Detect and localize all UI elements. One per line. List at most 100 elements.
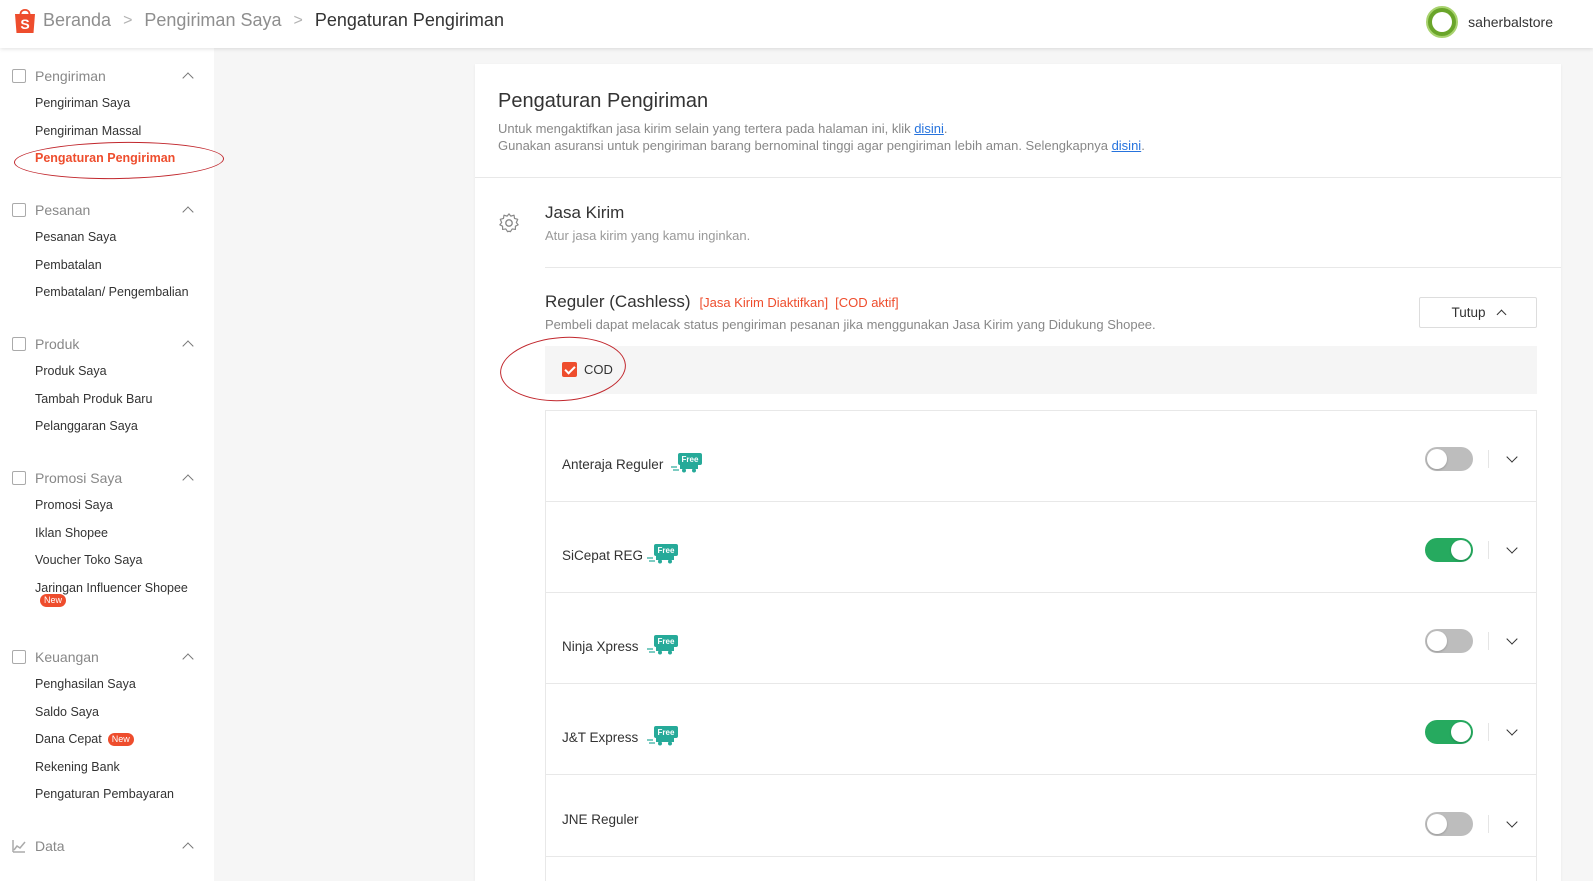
sidebar-section-title: Promosi Saya [35,470,123,486]
sidebar-section-header[interactable]: Pesanan [0,196,214,224]
divider [1488,632,1489,650]
free-label: Free [658,637,675,646]
sidebar-item-label: Dana Cepat [35,732,102,746]
cod-label[interactable]: COD [584,362,613,377]
sidebar-item-jaringan-influencer[interactable]: Jaringan Influencer Shopee [0,575,214,603]
sidebar-item-tambah-produk[interactable]: Tambah Produk Baru [0,386,214,414]
chevron-down-icon[interactable] [1506,542,1518,554]
user-menu[interactable]: saherbalstore [1426,6,1553,38]
chevron-up-icon[interactable] [182,842,194,854]
sidebar-section-header[interactable]: Pengiriman [0,62,214,90]
disini-link[interactable]: disini [1112,138,1142,153]
chevron-down-icon[interactable] [1506,816,1518,828]
description-line-1: Untuk mengaktifkan jasa kirim selain yan… [498,121,947,136]
sidebar-section-title: Data [35,838,65,854]
chevron-up-icon[interactable] [182,653,194,665]
courier-toggle[interactable] [1425,720,1473,744]
courier-name: Anteraja Reguler [562,457,664,472]
sidebar-item-pengiriman-saya[interactable]: Pengiriman Saya [0,90,214,118]
sidebar-section-title: Pengiriman [35,68,106,84]
courier-toggle[interactable] [1425,538,1473,562]
new-badge: New [107,733,134,747]
courier-toggle[interactable] [1425,447,1473,471]
reguler-header: Reguler (Cashless) [Jasa Kirim Diaktifka… [545,292,899,312]
gear-icon [499,213,519,233]
sidebar-item-iklan-shopee[interactable]: Iklan Shopee [0,520,214,548]
sidebar-section-title: Pesanan [35,202,91,218]
disini-link[interactable]: disini [914,121,944,136]
sidebar-item-pembatalan[interactable]: Pembatalan [0,252,214,280]
sidebar-section-header[interactable]: Produk [0,330,214,358]
chevron-up-icon [1496,309,1506,320]
free-shipping-icon: Free [647,635,678,655]
wallet-icon [12,650,26,664]
chevron-down-icon[interactable] [1506,724,1518,736]
sidebar-section-pesanan: Pesanan Pesanan Saya Pembatalan Pembatal… [0,196,214,307]
description-text: Untuk mengaktifkan jasa kirim selain yan… [498,121,915,136]
courier-row-anteraja: Anteraja Reguler Free [546,411,1536,502]
order-icon [12,203,26,217]
avatar[interactable] [1426,6,1459,38]
sidebar-item-saldo[interactable]: Saldo Saya [0,699,214,727]
reguler-title: Reguler (Cashless) [545,292,691,311]
breadcrumb-pengiriman-saya[interactable]: Pengiriman Saya [144,10,281,31]
breadcrumb: Beranda > Pengiriman Saya > Pengaturan P… [43,10,504,31]
divider [545,267,1561,268]
free-shipping-icon: Free [647,544,678,564]
collapse-button-label: Tutup [1451,305,1486,320]
courier-row-ninja: Ninja Xpress Free [546,593,1536,684]
breadcrumb-separator: > [123,11,133,29]
courier-toggle[interactable] [1425,812,1473,836]
sidebar-section-header[interactable]: Data [0,832,214,860]
chevron-up-icon[interactable] [182,474,194,486]
courier-name: JNE Reguler [562,812,639,827]
jasa-kirim-subtitle: Atur jasa kirim yang kamu inginkan. [545,228,751,243]
sidebar-item-pengaturan-pembayaran[interactable]: Pengaturan Pembayaran [0,781,214,809]
sidebar-section-produk: Produk Produk Saya Tambah Produk Baru Pe… [0,330,214,441]
shopee-logo-icon[interactable]: S [12,6,38,34]
divider [1488,815,1489,833]
courier-row-jne: JNE Reguler [546,775,1536,857]
courier-row-sicepat: SiCepat REG Free [546,502,1536,593]
free-label: Free [682,455,699,464]
sidebar: Pengiriman Pengiriman Saya Pengiriman Ma… [0,48,214,881]
sidebar-section-pengiriman: Pengiriman Pengiriman Saya Pengiriman Ma… [0,62,214,173]
sidebar-section-header[interactable]: Promosi Saya [0,464,214,492]
sidebar-item-penghasilan[interactable]: Penghasilan Saya [0,671,214,699]
free-shipping-icon: Free [647,726,678,746]
description-line-2: Gunakan asuransi untuk pengiriman barang… [498,138,1145,153]
sidebar-item-promosi-saya[interactable]: Promosi Saya [0,492,214,520]
sidebar-item-produk-saya[interactable]: Produk Saya [0,358,214,386]
sidebar-item-rekening-bank[interactable]: Rekening Bank [0,754,214,782]
cod-status-badge: [COD aktif] [835,295,899,310]
divider [1488,723,1489,741]
username[interactable]: saherbalstore [1468,14,1553,30]
sidebar-item-dana-cepat[interactable]: Dana Cepat New [0,726,214,754]
sidebar-item-pesanan-saya[interactable]: Pesanan Saya [0,224,214,252]
avatar-logo-icon [1432,12,1453,32]
svg-text:S: S [20,16,29,32]
sidebar-section-title: Produk [35,336,80,352]
sidebar-item-pelanggaran[interactable]: Pelanggaran Saya [0,413,214,441]
sidebar-section-header[interactable]: Keuangan [0,643,214,671]
sidebar-item-pengembalian[interactable]: Pembatalan/ Pengembalian [0,279,214,307]
sidebar-item-pengaturan-pengiriman[interactable]: Pengaturan Pengiriman [0,145,214,173]
courier-toggle[interactable] [1425,629,1473,653]
chevron-up-icon[interactable] [182,206,194,218]
courier-list: Anteraja Reguler Free SiCepat REG Free N… [545,410,1537,881]
page-title: Pengaturan Pengiriman [498,90,709,112]
breadcrumb-home[interactable]: Beranda [43,10,111,31]
cod-checkbox[interactable] [562,362,577,377]
description-text: Gunakan asuransi untuk pengiriman barang… [498,138,1112,153]
divider [475,177,1561,178]
collapse-button[interactable]: Tutup [1419,297,1537,328]
chevron-up-icon[interactable] [182,72,194,84]
tag-icon [12,471,26,485]
chart-icon [12,840,26,853]
chevron-up-icon[interactable] [182,340,194,352]
sidebar-section-promosi: Promosi Saya Promosi Saya Iklan Shopee V… [0,464,214,607]
sidebar-item-voucher-toko[interactable]: Voucher Toko Saya [0,547,214,575]
chevron-down-icon[interactable] [1506,633,1518,645]
chevron-down-icon[interactable] [1506,451,1518,463]
sidebar-item-pengiriman-massal[interactable]: Pengiriman Massal [0,118,214,146]
